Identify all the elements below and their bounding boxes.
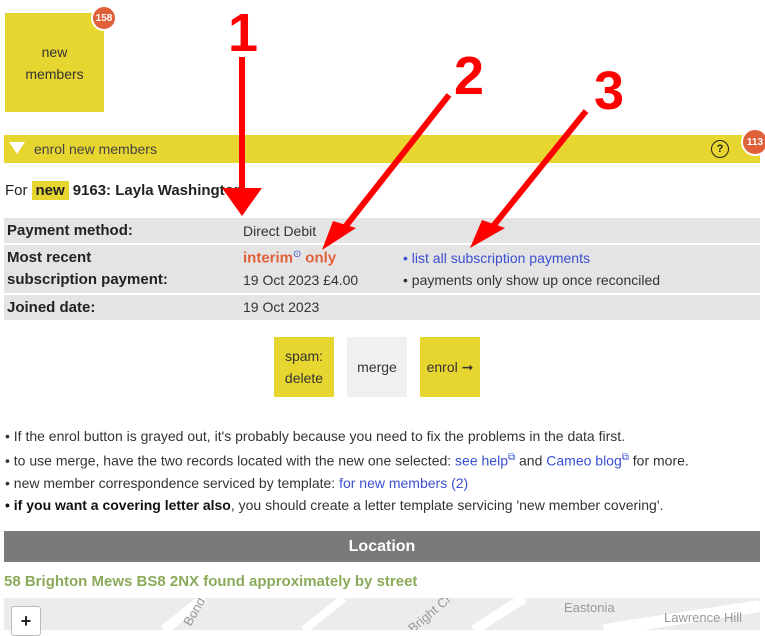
annotation-arrowhead-3 xyxy=(470,220,505,248)
annotation-overlay xyxy=(222,57,589,250)
annotation-arrowhead-1 xyxy=(222,188,262,216)
annotation-arrowhead-2 xyxy=(322,221,356,250)
annotation-number-1: 1 xyxy=(228,3,259,63)
annotation-number-3: 3 xyxy=(594,61,625,121)
annotation-arrow-2 xyxy=(335,93,452,238)
annotation-arrow-3 xyxy=(483,109,589,237)
annotation-number-2: 2 xyxy=(454,46,485,106)
